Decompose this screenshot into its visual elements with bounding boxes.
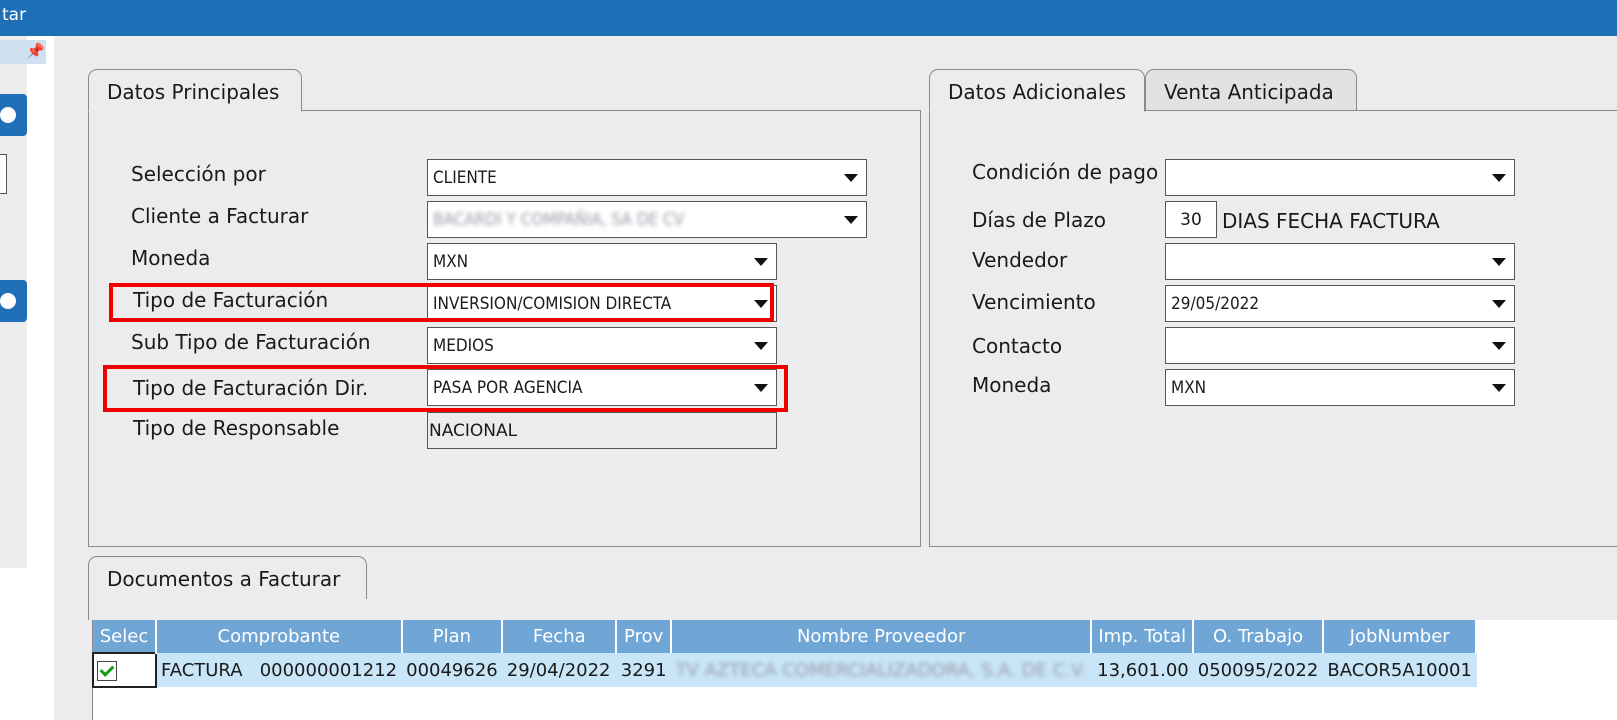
responsable-label: Tipo de Responsable	[133, 416, 340, 440]
moneda-adicional-value: MXN	[1171, 378, 1207, 398]
plan-cell: 00049626	[401, 653, 503, 687]
cliente-dropdown[interactable]: BACARDI Y COMPAÑIA, SA DE CV	[427, 201, 867, 238]
fecha-cell: 29/04/2022	[502, 653, 617, 687]
trabajo-cell: 050095/2022	[1193, 653, 1324, 687]
tab-datos-principales[interactable]: Datos Principales	[88, 69, 302, 112]
vendedor-label: Vendedor	[972, 248, 1068, 272]
column-header[interactable]: O. Trabajo	[1193, 620, 1324, 653]
chevron-down-icon[interactable]	[1492, 342, 1506, 350]
tab-label: Datos Principales	[107, 80, 280, 104]
subtipo-label: Sub Tipo de Facturación	[131, 330, 371, 354]
moneda-adicional-dropdown[interactable]: MXN	[1165, 369, 1515, 406]
dias-input[interactable]: 30	[1165, 201, 1217, 238]
column-header[interactable]: Fecha	[502, 620, 618, 653]
seleccion-dropdown[interactable]: CLIENTE	[427, 159, 867, 196]
side-field[interactable]	[0, 154, 7, 194]
side-button-2[interactable]	[0, 280, 27, 322]
documentos-tab-body	[88, 599, 1617, 620]
contacto-label: Contacto	[972, 334, 1063, 358]
vencimiento-label: Vencimiento	[972, 290, 1096, 314]
nombre-proveedor-value: TV AZTECA COMERCIALIZADORA, S.A. DE C.V.	[675, 659, 1087, 681]
dias-text: DIAS FECHA FACTURA	[1222, 209, 1440, 233]
comprobante-cell: FACTURA 000000001212	[156, 653, 403, 687]
vendedor-dropdown[interactable]	[1165, 243, 1515, 280]
circle-icon	[0, 293, 16, 309]
seleccion-value: CLIENTE	[433, 168, 497, 188]
nombre-proveedor-cell: TV AZTECA COMERCIALIZADORA, S.A. DE C.V.	[671, 653, 1092, 687]
vencimiento-value: 29/05/2022	[1171, 294, 1260, 314]
moneda-value: MXN	[433, 252, 469, 272]
circle-icon	[0, 107, 16, 123]
documentos-grid[interactable]: Selec Comprobante Plan Fecha Prov Nombre…	[92, 620, 1478, 688]
chevron-down-icon[interactable]	[844, 216, 858, 224]
checkbox-icon[interactable]	[97, 660, 117, 681]
chevron-down-icon[interactable]	[1492, 384, 1506, 392]
tab-datos-adicionales[interactable]: Datos Adicionales	[929, 69, 1145, 112]
jobnumber-cell: BACOR5A10001	[1322, 653, 1477, 687]
responsable-field: NACIONAL	[427, 412, 777, 449]
moneda-adicional-label: Moneda	[972, 373, 1052, 397]
subtipo-value: MEDIOS	[433, 336, 494, 356]
column-header[interactable]: Nombre Proveedor	[671, 620, 1093, 653]
column-header[interactable]: Imp. Total	[1091, 620, 1195, 653]
window-title: tar	[2, 5, 27, 25]
grid-header-row: Selec Comprobante Plan Fecha Prov Nombre…	[93, 620, 1478, 653]
tab-label: Venta Anticipada	[1164, 80, 1334, 104]
highlight-box	[103, 365, 788, 412]
window-titlebar: tar	[0, 0, 1617, 36]
total-cell: 13,601.00	[1091, 653, 1194, 687]
column-header[interactable]: Prov	[616, 620, 673, 653]
contacto-dropdown[interactable]	[1165, 327, 1515, 364]
chevron-down-icon[interactable]	[754, 258, 768, 266]
condicion-label: Condición de pago	[972, 160, 1159, 184]
select-cell[interactable]	[92, 652, 157, 688]
condicion-dropdown[interactable]	[1165, 159, 1515, 196]
pin-icon[interactable]: 📌	[26, 42, 45, 60]
moneda-dropdown[interactable]: MXN	[427, 243, 777, 280]
tab-label: Datos Adicionales	[948, 80, 1127, 104]
cliente-label: Cliente a Facturar	[131, 204, 309, 228]
tab-label: Documentos a Facturar	[107, 567, 341, 591]
tab-documentos[interactable]: Documentos a Facturar	[88, 556, 367, 600]
dias-label: Días de Plazo	[972, 208, 1106, 232]
chevron-down-icon[interactable]	[754, 342, 768, 350]
column-header[interactable]: JobNumber	[1322, 620, 1478, 653]
column-header[interactable]: Plan	[401, 620, 504, 653]
chevron-down-icon[interactable]	[1492, 174, 1506, 182]
subtipo-dropdown[interactable]: MEDIOS	[427, 327, 777, 364]
chevron-down-icon[interactable]	[1492, 258, 1506, 266]
chevron-down-icon[interactable]	[1492, 300, 1506, 308]
moneda-label: Moneda	[131, 246, 211, 270]
column-header[interactable]: Selec	[93, 620, 157, 653]
column-header[interactable]: Comprobante	[156, 620, 403, 653]
chevron-down-icon[interactable]	[844, 174, 858, 182]
tab-venta-anticipada[interactable]: Venta Anticipada	[1145, 69, 1357, 110]
prov-cell: 3291	[616, 653, 672, 687]
vencimiento-dropdown[interactable]: 29/05/2022	[1165, 285, 1515, 322]
table-row[interactable]: FACTURA 000000001212 00049626 29/04/2022…	[92, 652, 1477, 688]
highlight-box	[109, 283, 774, 322]
cliente-value: BACARDI Y COMPAÑIA, SA DE CV	[433, 210, 685, 230]
side-button-1[interactable]	[0, 94, 27, 136]
seleccion-label: Selección por	[131, 162, 266, 186]
